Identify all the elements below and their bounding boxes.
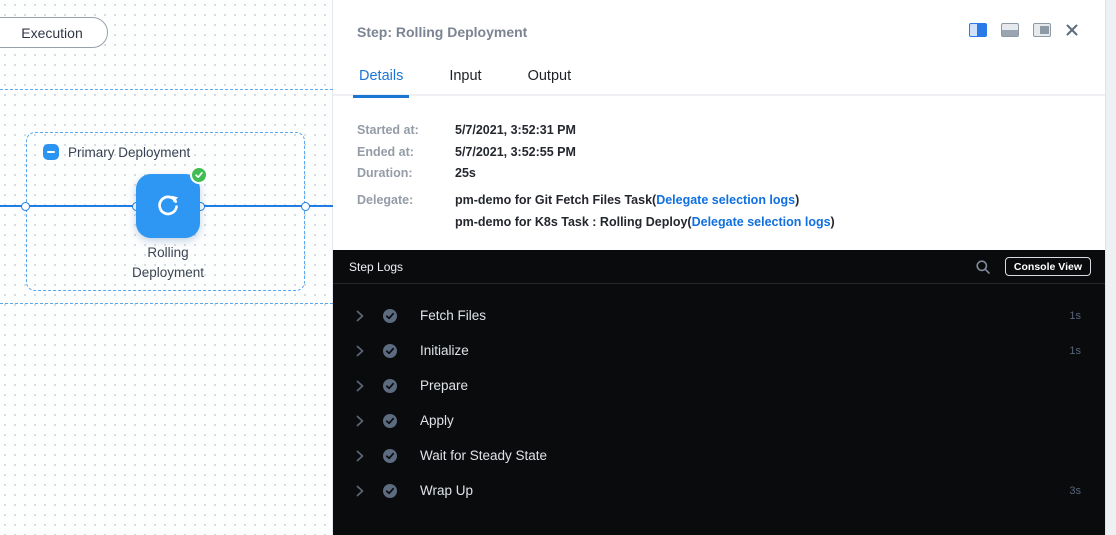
pipeline-execution-view: Execution Primary Deployment <box>0 0 1116 535</box>
layout-split-right-icon[interactable] <box>969 23 987 37</box>
group-header: Primary Deployment <box>43 144 190 160</box>
panel-title: Step: Rolling Deployment <box>357 24 527 40</box>
log-rows: Fetch Files 1s Initialize 1s Prepare <box>333 284 1105 508</box>
chevron-right-icon[interactable] <box>356 380 366 392</box>
log-duration: 3s <box>1069 485 1081 497</box>
log-section-label: Apply <box>420 413 1081 428</box>
log-row-initialize[interactable]: Initialize 1s <box>333 333 1105 368</box>
log-row-prepare[interactable]: Prepare <box>333 368 1105 403</box>
stage-boundary-line-top <box>0 89 333 90</box>
connector-port <box>21 202 30 211</box>
log-duration: 1s <box>1069 345 1081 357</box>
tab-output[interactable]: Output <box>526 62 574 96</box>
detail-value: 5/7/2021, 3:52:31 PM <box>455 124 576 137</box>
layout-drawer-icon[interactable] <box>1033 23 1051 37</box>
chevron-right-icon[interactable] <box>356 310 366 322</box>
collapse-group-button[interactable] <box>43 144 59 160</box>
check-circle-icon <box>383 484 397 498</box>
detail-row-delegate: Delegate: pm-demo for Git Fetch Files Ta… <box>357 194 835 237</box>
close-icon[interactable] <box>1065 23 1079 37</box>
log-row-apply[interactable]: Apply <box>333 403 1105 438</box>
tab-details[interactable]: Details <box>357 62 405 96</box>
search-icon[interactable] <box>975 259 991 275</box>
right-edge-strip <box>1105 0 1116 535</box>
check-circle-icon <box>383 379 397 393</box>
detail-tabs: Details Input Output <box>333 62 1105 96</box>
log-row-wrap-up[interactable]: Wrap Up 3s <box>333 473 1105 508</box>
execution-tab-label: Execution <box>21 25 82 41</box>
step-node-label: Rolling Deployment <box>100 243 236 283</box>
tab-input[interactable]: Input <box>447 62 483 96</box>
step-detail-panel: Step: Rolling Deployment Details Input O… <box>333 0 1105 535</box>
detail-row: Started at: 5/7/2021, 3:52:31 PM <box>357 124 835 137</box>
detail-label: Duration: <box>357 167 455 180</box>
chevron-right-icon[interactable] <box>356 345 366 357</box>
check-circle-icon <box>383 414 397 428</box>
chevron-right-icon[interactable] <box>356 415 366 427</box>
log-section-label: Initialize <box>420 343 1069 358</box>
detail-label: Started at: <box>357 124 455 137</box>
check-circle-icon <box>383 449 397 463</box>
detail-row: Ended at: 5/7/2021, 3:52:55 PM <box>357 146 835 159</box>
detail-value: 25s <box>455 167 476 180</box>
stage-boundary-line-bottom <box>0 303 333 304</box>
chevron-right-icon[interactable] <box>356 485 366 497</box>
delegate-line: pm-demo for Git Fetch Files Task(Delegat… <box>455 194 835 207</box>
minus-icon <box>47 151 55 153</box>
log-section-label: Prepare <box>420 378 1081 393</box>
log-section-label: Wrap Up <box>420 483 1069 498</box>
delegate-values: pm-demo for Git Fetch Files Task(Delegat… <box>455 194 835 237</box>
detail-value: 5/7/2021, 3:52:55 PM <box>455 146 576 159</box>
delegate-selection-logs-link[interactable]: Delegate selection logs <box>656 193 795 207</box>
step-logs-title: Step Logs <box>349 260 403 274</box>
console-view-button[interactable]: Console View <box>1005 257 1091 276</box>
chevron-right-icon[interactable] <box>356 450 366 462</box>
connector-port <box>301 202 310 211</box>
log-section-label: Wait for Steady State <box>420 448 1081 463</box>
layout-bottom-icon[interactable] <box>1001 23 1019 37</box>
detail-label: Delegate: <box>357 194 455 237</box>
detail-label: Ended at: <box>357 146 455 159</box>
check-circle-icon <box>383 344 397 358</box>
execution-tab[interactable]: Execution <box>0 17 108 48</box>
step-logs-header: Step Logs Console View <box>333 250 1105 284</box>
refresh-icon <box>154 192 182 220</box>
log-row-fetch-files[interactable]: Fetch Files 1s <box>333 298 1105 333</box>
pipeline-canvas[interactable]: Execution Primary Deployment <box>0 0 333 535</box>
delegate-line: pm-demo for K8s Task : Rolling Deploy(De… <box>455 216 835 229</box>
detail-row: Duration: 25s <box>357 167 835 180</box>
delegate-selection-logs-link[interactable]: Delegate selection logs <box>692 215 831 229</box>
log-section-label: Fetch Files <box>420 308 1069 323</box>
step-node-rolling-deployment[interactable] <box>136 174 200 238</box>
panel-layout-controls <box>969 23 1079 37</box>
step-details: Started at: 5/7/2021, 3:52:31 PM Ended a… <box>357 124 835 246</box>
check-circle-icon <box>383 309 397 323</box>
success-check-icon <box>190 166 208 184</box>
log-row-wait-for-steady-state[interactable]: Wait for Steady State <box>333 438 1105 473</box>
log-duration: 1s <box>1069 310 1081 322</box>
step-logs-panel: Step Logs Console View Fetch Files 1s <box>333 250 1105 535</box>
group-label: Primary Deployment <box>68 145 190 160</box>
